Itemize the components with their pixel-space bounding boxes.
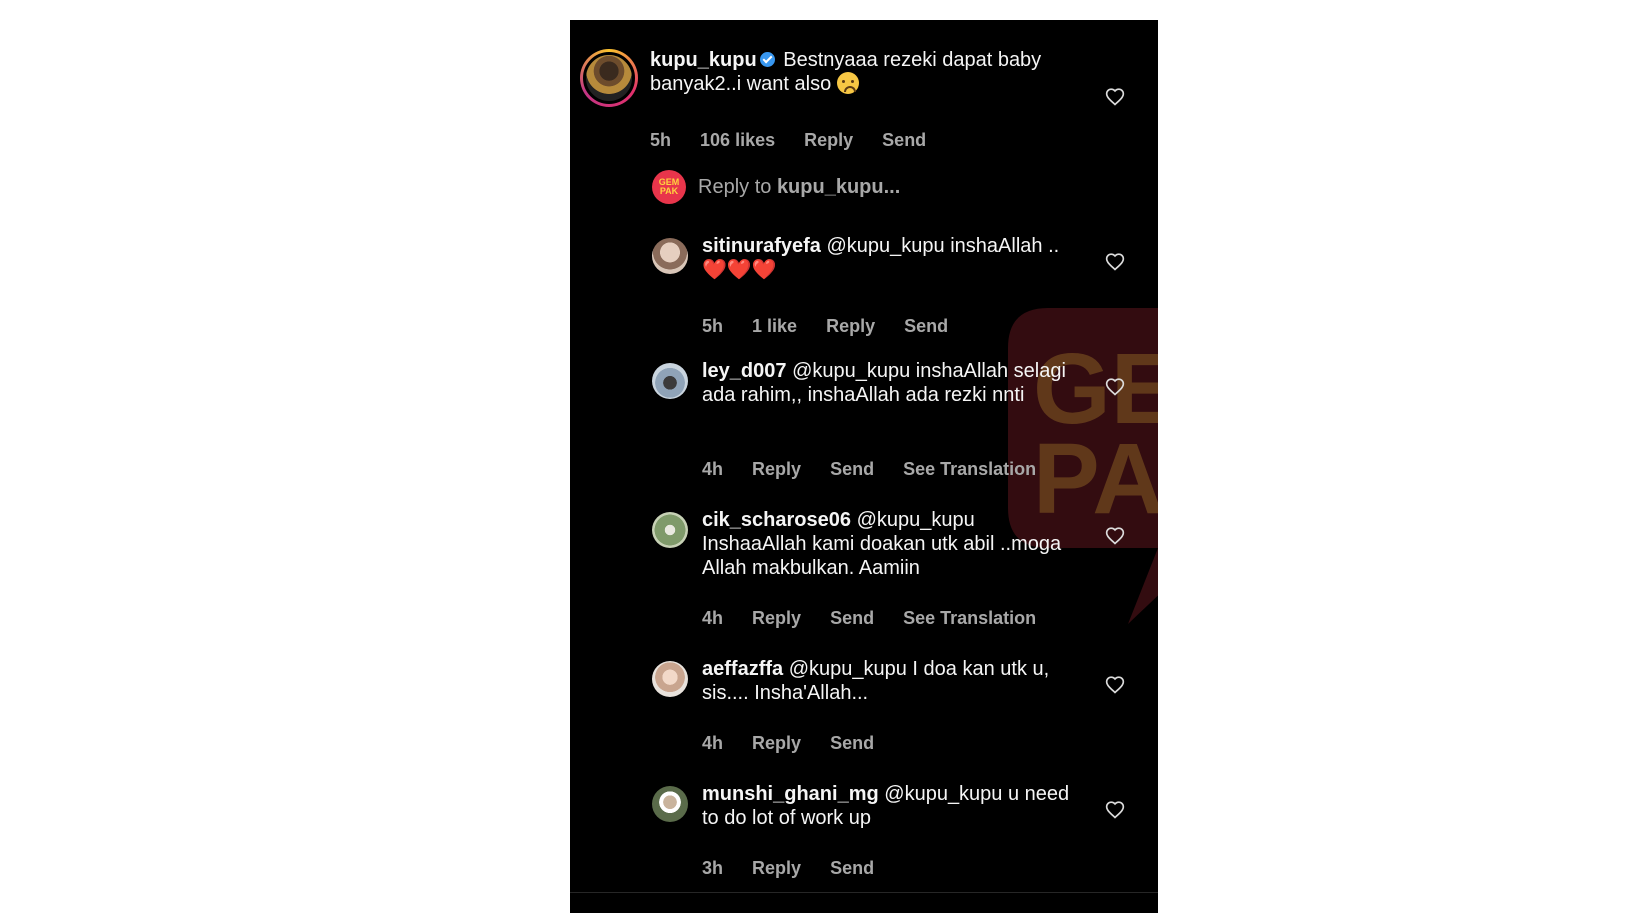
avatar[interactable]: [580, 49, 638, 107]
comment-meta: 4h Reply Send See Translation: [702, 608, 1060, 629]
like-heart-icon[interactable]: [1105, 675, 1125, 695]
likes-count[interactable]: 106 likes: [700, 130, 775, 150]
avatar[interactable]: [652, 661, 688, 697]
reply-button[interactable]: Reply: [752, 858, 801, 878]
username[interactable]: ley_d007: [702, 360, 787, 382]
comments-panel: GEM PAK kupu_kupu Bestnyaaa rezeki dapat…: [570, 20, 1158, 913]
comment-body: @kupu_kupu inshaAllah ..: [826, 235, 1060, 257]
timestamp: 4h: [702, 733, 724, 753]
heart-emoji-icon: ❤️❤️❤️: [702, 259, 777, 281]
like-heart-icon[interactable]: [1105, 377, 1125, 397]
username[interactable]: munshi_ghani_mg: [702, 783, 879, 805]
comment-meta: 5h 106 likes Reply Send: [650, 130, 950, 151]
comment-meta: 5h 1 like Reply Send: [702, 316, 972, 337]
send-button[interactable]: Send: [904, 316, 948, 336]
reply-button[interactable]: Reply: [804, 130, 853, 150]
comment-text: cik_scharose06 @kupu_kupu InshaaAllah ka…: [702, 508, 1082, 580]
like-heart-icon[interactable]: [1105, 526, 1125, 546]
comment-meta: 4h Reply Send: [702, 733, 898, 754]
divider: [570, 892, 1158, 893]
avatar[interactable]: [652, 238, 688, 274]
username[interactable]: cik_scharose06: [702, 509, 851, 531]
avatar[interactable]: [652, 786, 688, 822]
like-heart-icon[interactable]: [1105, 87, 1125, 107]
comment-text: munshi_ghani_mg @kupu_kupu u need to do …: [702, 782, 1082, 830]
reply-button[interactable]: Reply: [826, 316, 875, 336]
see-translation-link[interactable]: See Translation: [903, 459, 1036, 479]
comment-text: aeffazffa @kupu_kupu I doa kan utk u, si…: [702, 657, 1082, 705]
timestamp: 3h: [702, 858, 724, 878]
timestamp: 4h: [702, 459, 724, 479]
username[interactable]: sitinurafyefa: [702, 235, 821, 257]
likes-count[interactable]: 1 like: [752, 316, 797, 336]
username[interactable]: kupu_kupu: [650, 49, 757, 71]
timestamp: 5h: [702, 316, 724, 336]
avatar[interactable]: [652, 363, 688, 399]
send-button[interactable]: Send: [830, 858, 874, 878]
send-button[interactable]: Send: [830, 608, 874, 628]
avatar[interactable]: [652, 512, 688, 548]
timestamp: 4h: [702, 608, 724, 628]
reply-placeholder: Reply to kupu_kupu...: [698, 176, 901, 198]
send-button[interactable]: Send: [830, 459, 874, 479]
comment-text: kupu_kupu Bestnyaaa rezeki dapat baby ba…: [650, 48, 1070, 96]
reply-button[interactable]: Reply: [752, 608, 801, 628]
see-translation-link[interactable]: See Translation: [903, 608, 1036, 628]
like-heart-icon[interactable]: [1105, 252, 1125, 272]
send-button[interactable]: Send: [882, 130, 926, 150]
crying-face-emoji-icon: [836, 72, 859, 94]
timestamp: 5h: [650, 130, 672, 150]
comment-meta: 4h Reply Send See Translation: [702, 459, 1060, 480]
reply-button[interactable]: Reply: [752, 459, 801, 479]
comment-meta: 3h Reply Send: [702, 858, 898, 879]
own-avatar: GEM PAK: [652, 170, 686, 204]
comment-text: sitinurafyefa @kupu_kupu inshaAllah .. ❤️…: [702, 234, 1082, 282]
reply-button[interactable]: Reply: [752, 733, 801, 753]
like-heart-icon[interactable]: [1105, 800, 1125, 820]
verified-badge-icon: [759, 52, 775, 67]
username[interactable]: aeffazffa: [702, 658, 783, 680]
send-button[interactable]: Send: [830, 733, 874, 753]
reply-input[interactable]: GEM PAK Reply to kupu_kupu...: [652, 170, 1152, 206]
comment-text: ley_d007 @kupu_kupu inshaAllah selagi ad…: [702, 359, 1082, 407]
